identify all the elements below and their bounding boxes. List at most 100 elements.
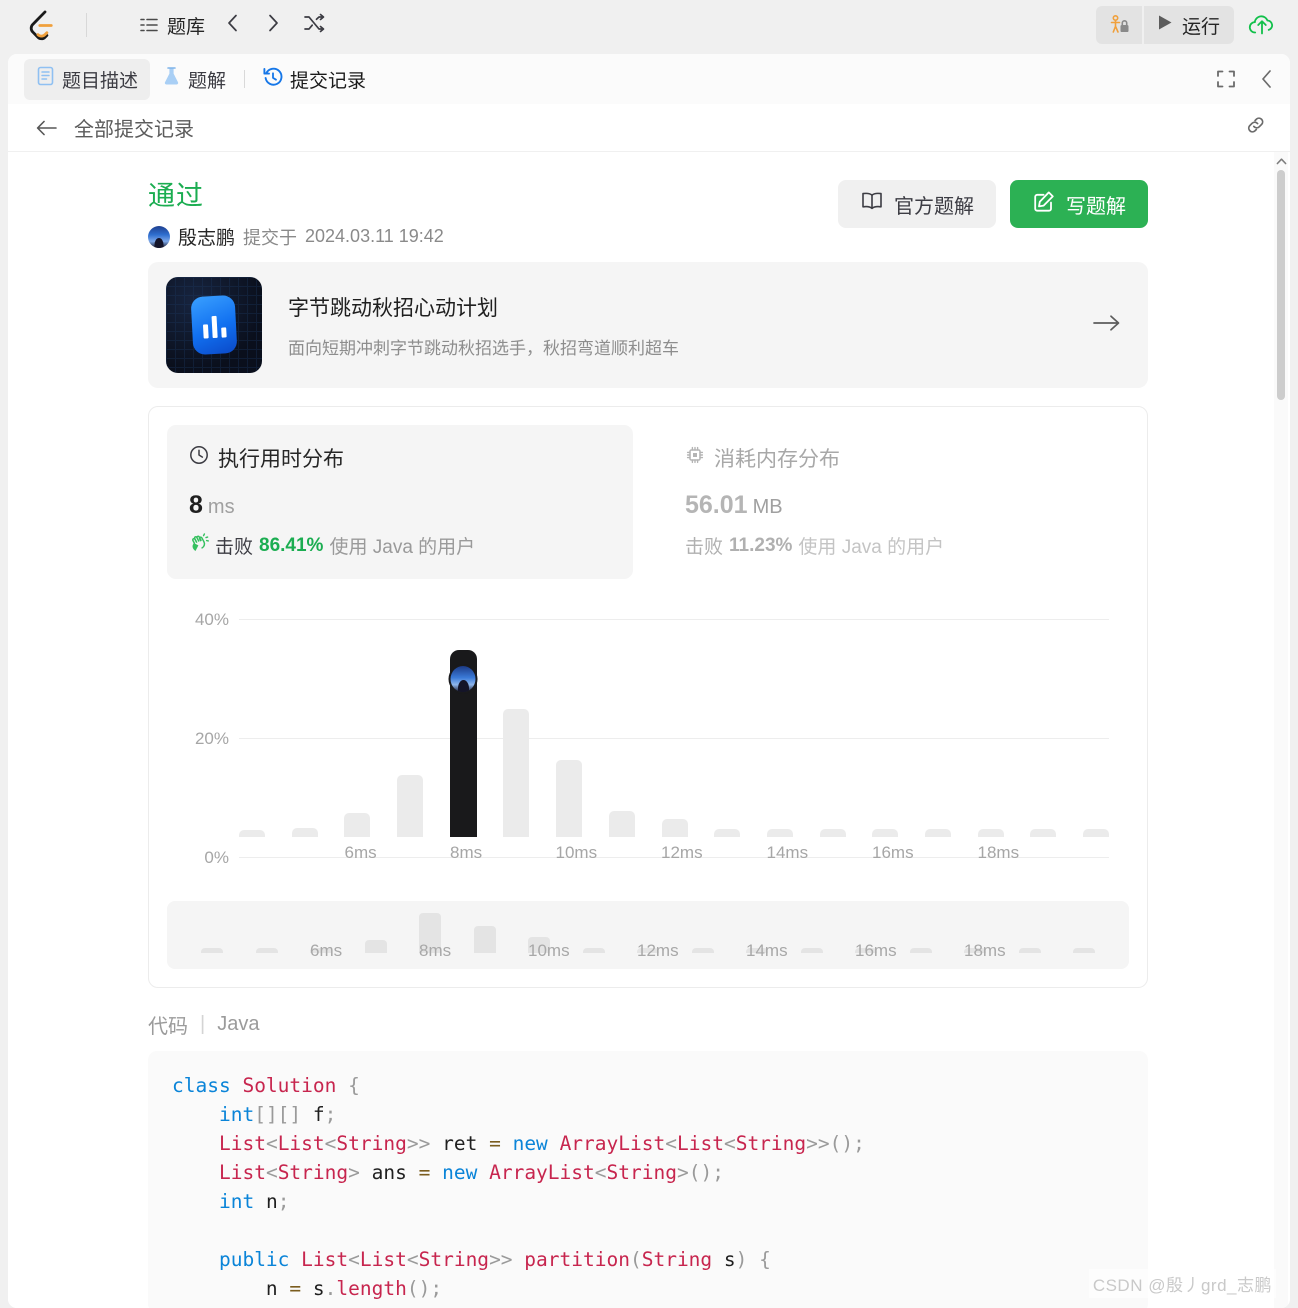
chart-bar[interactable] — [556, 759, 583, 837]
minimap-xtick-label: 6ms — [310, 941, 343, 960]
minimap-xtick-label: 18ms — [964, 941, 1006, 960]
next-problem-button[interactable] — [253, 6, 293, 45]
chart-xtick-label: 16ms — [872, 843, 914, 862]
link-icon[interactable] — [1244, 114, 1268, 141]
shuffle-button[interactable] — [293, 6, 335, 45]
collapse-panel-icon[interactable] — [1258, 68, 1276, 90]
panel-tabbar: 题目描述 题解 提交记录 — [8, 54, 1290, 104]
chart-bar[interactable] — [1030, 828, 1057, 837]
run-lock-button[interactable] — [1095, 6, 1142, 44]
code-section-header: 代码 | Java — [148, 1010, 1148, 1039]
chart-bar[interactable] — [1083, 829, 1109, 837]
problemset-label: 题库 — [167, 16, 206, 38]
runtime-value: 8 — [189, 491, 203, 519]
stat-row: 执行用时分布 8 ms 击败 86.41% 使用 Java 的用户 消耗内存分布… — [167, 425, 1129, 579]
minimap-xtick-label — [583, 941, 605, 961]
scroll-up-icon[interactable] — [1275, 154, 1287, 168]
chart-plot-area — [239, 619, 1109, 837]
problemset-button[interactable]: 题库 — [131, 6, 213, 45]
memory-stat-tab[interactable]: 消耗内存分布 56.01 MB 击败 11.23% 使用 Java 的用户 — [663, 425, 1129, 579]
prev-problem-button[interactable] — [213, 6, 253, 45]
leetcode-logo[interactable] — [0, 9, 86, 41]
promo-banner[interactable]: 字节跳动秋招心动计划 面向短期冲刺字节跳动秋招选手，秋招弯道顺利超车 — [148, 262, 1148, 388]
minimap-xtick-label: 12ms — [637, 941, 679, 960]
chart-bar[interactable] — [397, 774, 424, 837]
fullscreen-icon[interactable] — [1216, 69, 1236, 89]
arrow-right-icon[interactable] — [1092, 313, 1122, 338]
solution-buttons: 官方题解 写题解 — [838, 180, 1148, 228]
chart-bar[interactable] — [872, 829, 899, 837]
chart-bar[interactable] — [819, 828, 846, 837]
code-line: public List<List<String>> partition(Stri… — [218, 1248, 771, 1271]
chart-range-minimap[interactable]: 6ms 8ms 10ms 12ms 14ms 16ms 18ms — [167, 901, 1129, 969]
chart-xtick-label — [819, 843, 845, 863]
submission-panel: 题目描述 题解 提交记录 全部提交记录 通过 殷志鹏 提交于 2024.03.1… — [8, 54, 1290, 1308]
chart-bar[interactable] — [344, 813, 371, 837]
pencil-square-icon — [1032, 190, 1056, 219]
chart-xtick-label — [503, 843, 529, 863]
minimap-xtick-label — [1073, 941, 1095, 961]
breadcrumb-label[interactable]: 全部提交记录 — [74, 113, 194, 142]
runtime-stat-tab[interactable]: 执行用时分布 8 ms 击败 86.41% 使用 Java 的用户 — [167, 425, 633, 579]
tab-solutions[interactable]: 题解 — [150, 59, 238, 100]
scrollbar-thumb[interactable] — [1277, 170, 1285, 400]
code-language[interactable]: Java — [217, 1013, 259, 1036]
chart-xtick-label: 6ms — [344, 843, 377, 862]
chart-bar[interactable] — [291, 828, 318, 837]
minimap-xtick-label — [474, 941, 496, 961]
book-icon — [860, 190, 884, 218]
minimap-xtick-label — [1019, 941, 1041, 961]
chart-bar[interactable] — [766, 828, 793, 837]
minimap-xtick-label — [256, 941, 278, 961]
clock-icon — [189, 445, 209, 471]
code-block[interactable]: class Solution { int[][] f; List<List<St… — [148, 1051, 1148, 1308]
chart-bar-highlighted[interactable] — [448, 649, 478, 837]
run-button[interactable]: 运行 — [1143, 6, 1234, 44]
minimap-xtick-label — [692, 941, 714, 961]
chart-xtick-label — [292, 843, 318, 863]
memory-beat-tail: 使用 Java 的用户 — [798, 537, 945, 558]
memory-stat-title: 消耗内存分布 — [714, 448, 840, 471]
chart-bar[interactable] — [661, 819, 688, 837]
ytick-label-20: 20% — [194, 729, 229, 748]
memory-unit: MB — [752, 496, 783, 518]
chart-bar[interactable] — [977, 828, 1004, 837]
chart-xtick-label — [1083, 843, 1109, 863]
chart-xtick-label — [925, 843, 951, 863]
tab-label: 题目描述 — [62, 70, 139, 92]
tab-problem-description[interactable]: 题目描述 — [24, 58, 151, 100]
chart-bar[interactable] — [503, 709, 530, 837]
chart-bar[interactable] — [239, 829, 265, 837]
code-section-label: 代码 — [148, 1016, 188, 1038]
chart-bar[interactable] — [924, 829, 951, 837]
top-navigation-bar: 题库 运行 — [0, 0, 1298, 50]
write-solution-button[interactable]: 写题解 — [1010, 180, 1148, 228]
ytick-label-40: 40% — [194, 610, 229, 629]
ytick-label-0: 0% — [204, 848, 229, 867]
nav-left-group: 题库 — [131, 6, 335, 45]
bar-chart-app-icon — [166, 277, 262, 373]
chart-bar[interactable] — [714, 828, 741, 837]
submitted-prefix: 提交于 — [243, 227, 298, 248]
chart-xtick-label: 18ms — [977, 843, 1020, 862]
arrow-left-icon[interactable] — [36, 119, 58, 137]
tab-submissions[interactable]: 提交记录 — [251, 59, 378, 100]
tab-label: 提交记录 — [290, 70, 367, 92]
official-solution-button[interactable]: 官方题解 — [838, 180, 996, 228]
runtime-stat-head: 执行用时分布 — [189, 443, 611, 473]
runtime-beat-row: 击败 86.41% 使用 Java 的用户 — [189, 532, 611, 559]
chart-xtick-label — [397, 843, 423, 863]
tab-divider — [244, 70, 246, 88]
stats-chart-card: 执行用时分布 8 ms 击败 86.41% 使用 Java 的用户 消耗内存分布… — [148, 406, 1148, 988]
content-scrollbar[interactable] — [1274, 152, 1288, 1308]
chart-xtick-label — [1030, 843, 1056, 863]
chart-bars — [239, 619, 1109, 837]
minimap-xtick-label: 16ms — [855, 941, 897, 960]
submission-user[interactable]: 殷志鹏 — [178, 223, 235, 250]
chart-bar[interactable] — [608, 811, 635, 837]
chart-xtick-label: 10ms — [555, 843, 598, 862]
leetcode-logo-icon — [27, 9, 59, 41]
chart-xtick-label: 14ms — [766, 843, 809, 862]
submit-upload-button[interactable] — [1238, 6, 1286, 44]
